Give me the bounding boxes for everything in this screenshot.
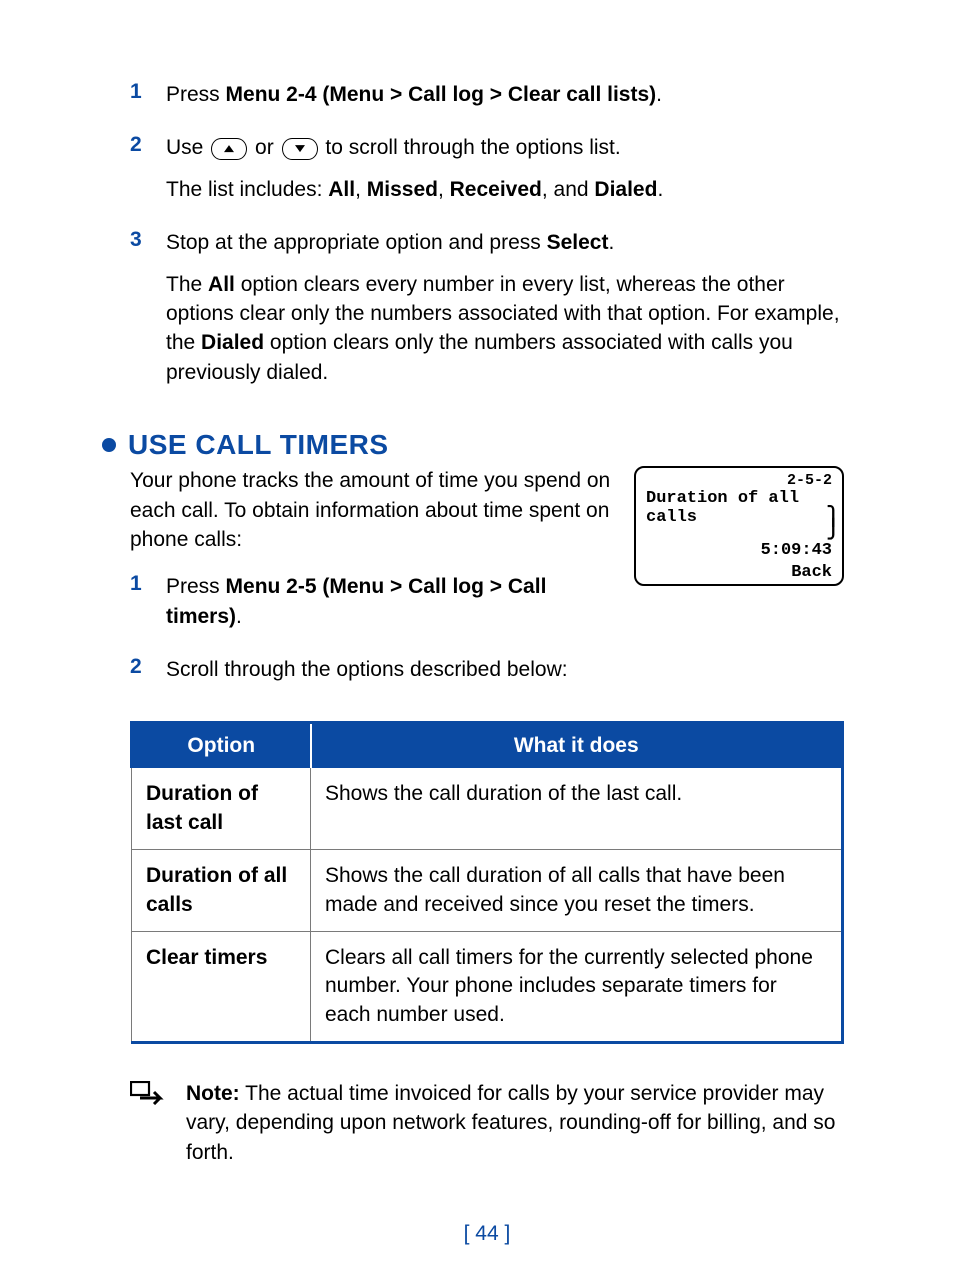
scroll-up-icon	[211, 138, 247, 160]
step-number: 2	[130, 655, 166, 679]
step-b2: 2 Scroll through the options described b…	[130, 655, 844, 696]
step-number: 2	[130, 133, 166, 157]
sep: ,	[438, 178, 450, 201]
text: .	[657, 178, 663, 201]
step-2: 2 Use or to scroll through the options l…	[130, 133, 844, 216]
section-header: USE CALL TIMERS	[130, 429, 844, 461]
step-number: 3	[130, 228, 166, 252]
table-row: Clear timers Clears all call timers for …	[132, 931, 843, 1042]
step-number: 1	[130, 80, 166, 104]
text: .	[236, 605, 242, 628]
text: Press	[166, 83, 226, 106]
phone-breadcrumb: 2-5-2	[787, 472, 832, 489]
brace-icon: ⎫⎭	[827, 512, 841, 537]
cell-option: Duration of last call	[132, 768, 311, 849]
phone-screenshot: 2-5-2 Duration of all calls ⎫⎭ 5:09:43 B…	[634, 466, 844, 586]
step-body: Scroll through the options described bel…	[166, 655, 844, 696]
text: Scroll through the options described bel…	[166, 658, 568, 681]
text: .	[608, 231, 614, 254]
col-option: Option	[132, 723, 311, 769]
step-body: Use or to scroll through the options lis…	[166, 133, 844, 216]
text: Use	[166, 136, 209, 159]
clear-call-lists-steps: 1 Press Menu 2-4 (Menu > Call log > Clea…	[130, 80, 844, 399]
text: The list includes:	[166, 178, 328, 201]
option-missed: Missed	[367, 178, 438, 201]
note-text: Note: The actual time invoiced for calls…	[186, 1079, 844, 1167]
page-number: [ 44 ]	[130, 1222, 844, 1246]
option-all: All	[328, 178, 355, 201]
phone-back-label: Back	[791, 563, 832, 582]
option-dialed: Dialed	[594, 178, 657, 201]
phone-title-l2: calls	[646, 508, 697, 527]
table-row: Duration of all calls Shows the call dur…	[132, 850, 843, 932]
bold-text: Menu 2-4 (Menu > Call log > Clear call l…	[226, 83, 657, 106]
phone-time: 5:09:43	[761, 541, 832, 560]
list-includes: The list includes: All, Missed, Received…	[166, 175, 844, 204]
text: Stop at the appropriate option and press	[166, 231, 547, 254]
cell-desc: Shows the call duration of all calls tha…	[311, 850, 843, 932]
bold-text: All	[208, 273, 235, 296]
bold-text: Dialed	[201, 331, 264, 354]
bold-text: Select	[547, 231, 609, 254]
option-received: Received	[450, 178, 542, 201]
note-label: Note:	[186, 1082, 240, 1105]
sep: ,	[355, 178, 367, 201]
intro-row: Your phone tracks the amount of time you…	[130, 466, 844, 655]
note-body: The actual time invoiced for calls by yo…	[186, 1082, 835, 1164]
note-icon	[130, 1081, 164, 1167]
step-body: Stop at the appropriate option and press…	[166, 228, 844, 399]
section-title: USE CALL TIMERS	[128, 429, 389, 461]
sep: , and	[542, 178, 595, 201]
cell-option: Clear timers	[132, 931, 311, 1042]
bullet-icon	[102, 438, 116, 452]
step-body: Press Menu 2-4 (Menu > Call log > Clear …	[166, 80, 844, 121]
text: to scroll through the options list.	[325, 136, 620, 159]
cell-option: Duration of all calls	[132, 850, 311, 932]
section-intro: Your phone tracks the amount of time you…	[130, 466, 614, 554]
step-b1: 1 Press Menu 2-5 (Menu > Call log > Call…	[130, 572, 614, 643]
phone-title: Duration of all calls	[646, 490, 799, 527]
table-row: Duration of last call Shows the call dur…	[132, 768, 843, 849]
page-content: 1 Press Menu 2-4 (Menu > Call log > Clea…	[0, 0, 954, 1286]
cell-desc: Shows the call duration of the last call…	[311, 768, 843, 849]
table-header-row: Option What it does	[132, 723, 843, 769]
options-table: Option What it does Duration of last cal…	[130, 721, 844, 1043]
scroll-down-icon	[282, 138, 318, 160]
phone-title-l1: Duration of all	[646, 489, 799, 508]
step-body: Press Menu 2-5 (Menu > Call log > Call t…	[166, 572, 614, 643]
step-number: 1	[130, 572, 166, 596]
text: Press	[166, 575, 226, 598]
col-desc: What it does	[311, 723, 843, 769]
text: or	[255, 136, 280, 159]
step-1: 1 Press Menu 2-4 (Menu > Call log > Clea…	[130, 80, 844, 121]
cell-desc: Clears all call timers for the currently…	[311, 931, 843, 1042]
text: The	[166, 273, 208, 296]
step-3: 3 Stop at the appropriate option and pre…	[130, 228, 844, 399]
text: .	[656, 83, 662, 106]
note-block: Note: The actual time invoiced for calls…	[130, 1079, 844, 1167]
